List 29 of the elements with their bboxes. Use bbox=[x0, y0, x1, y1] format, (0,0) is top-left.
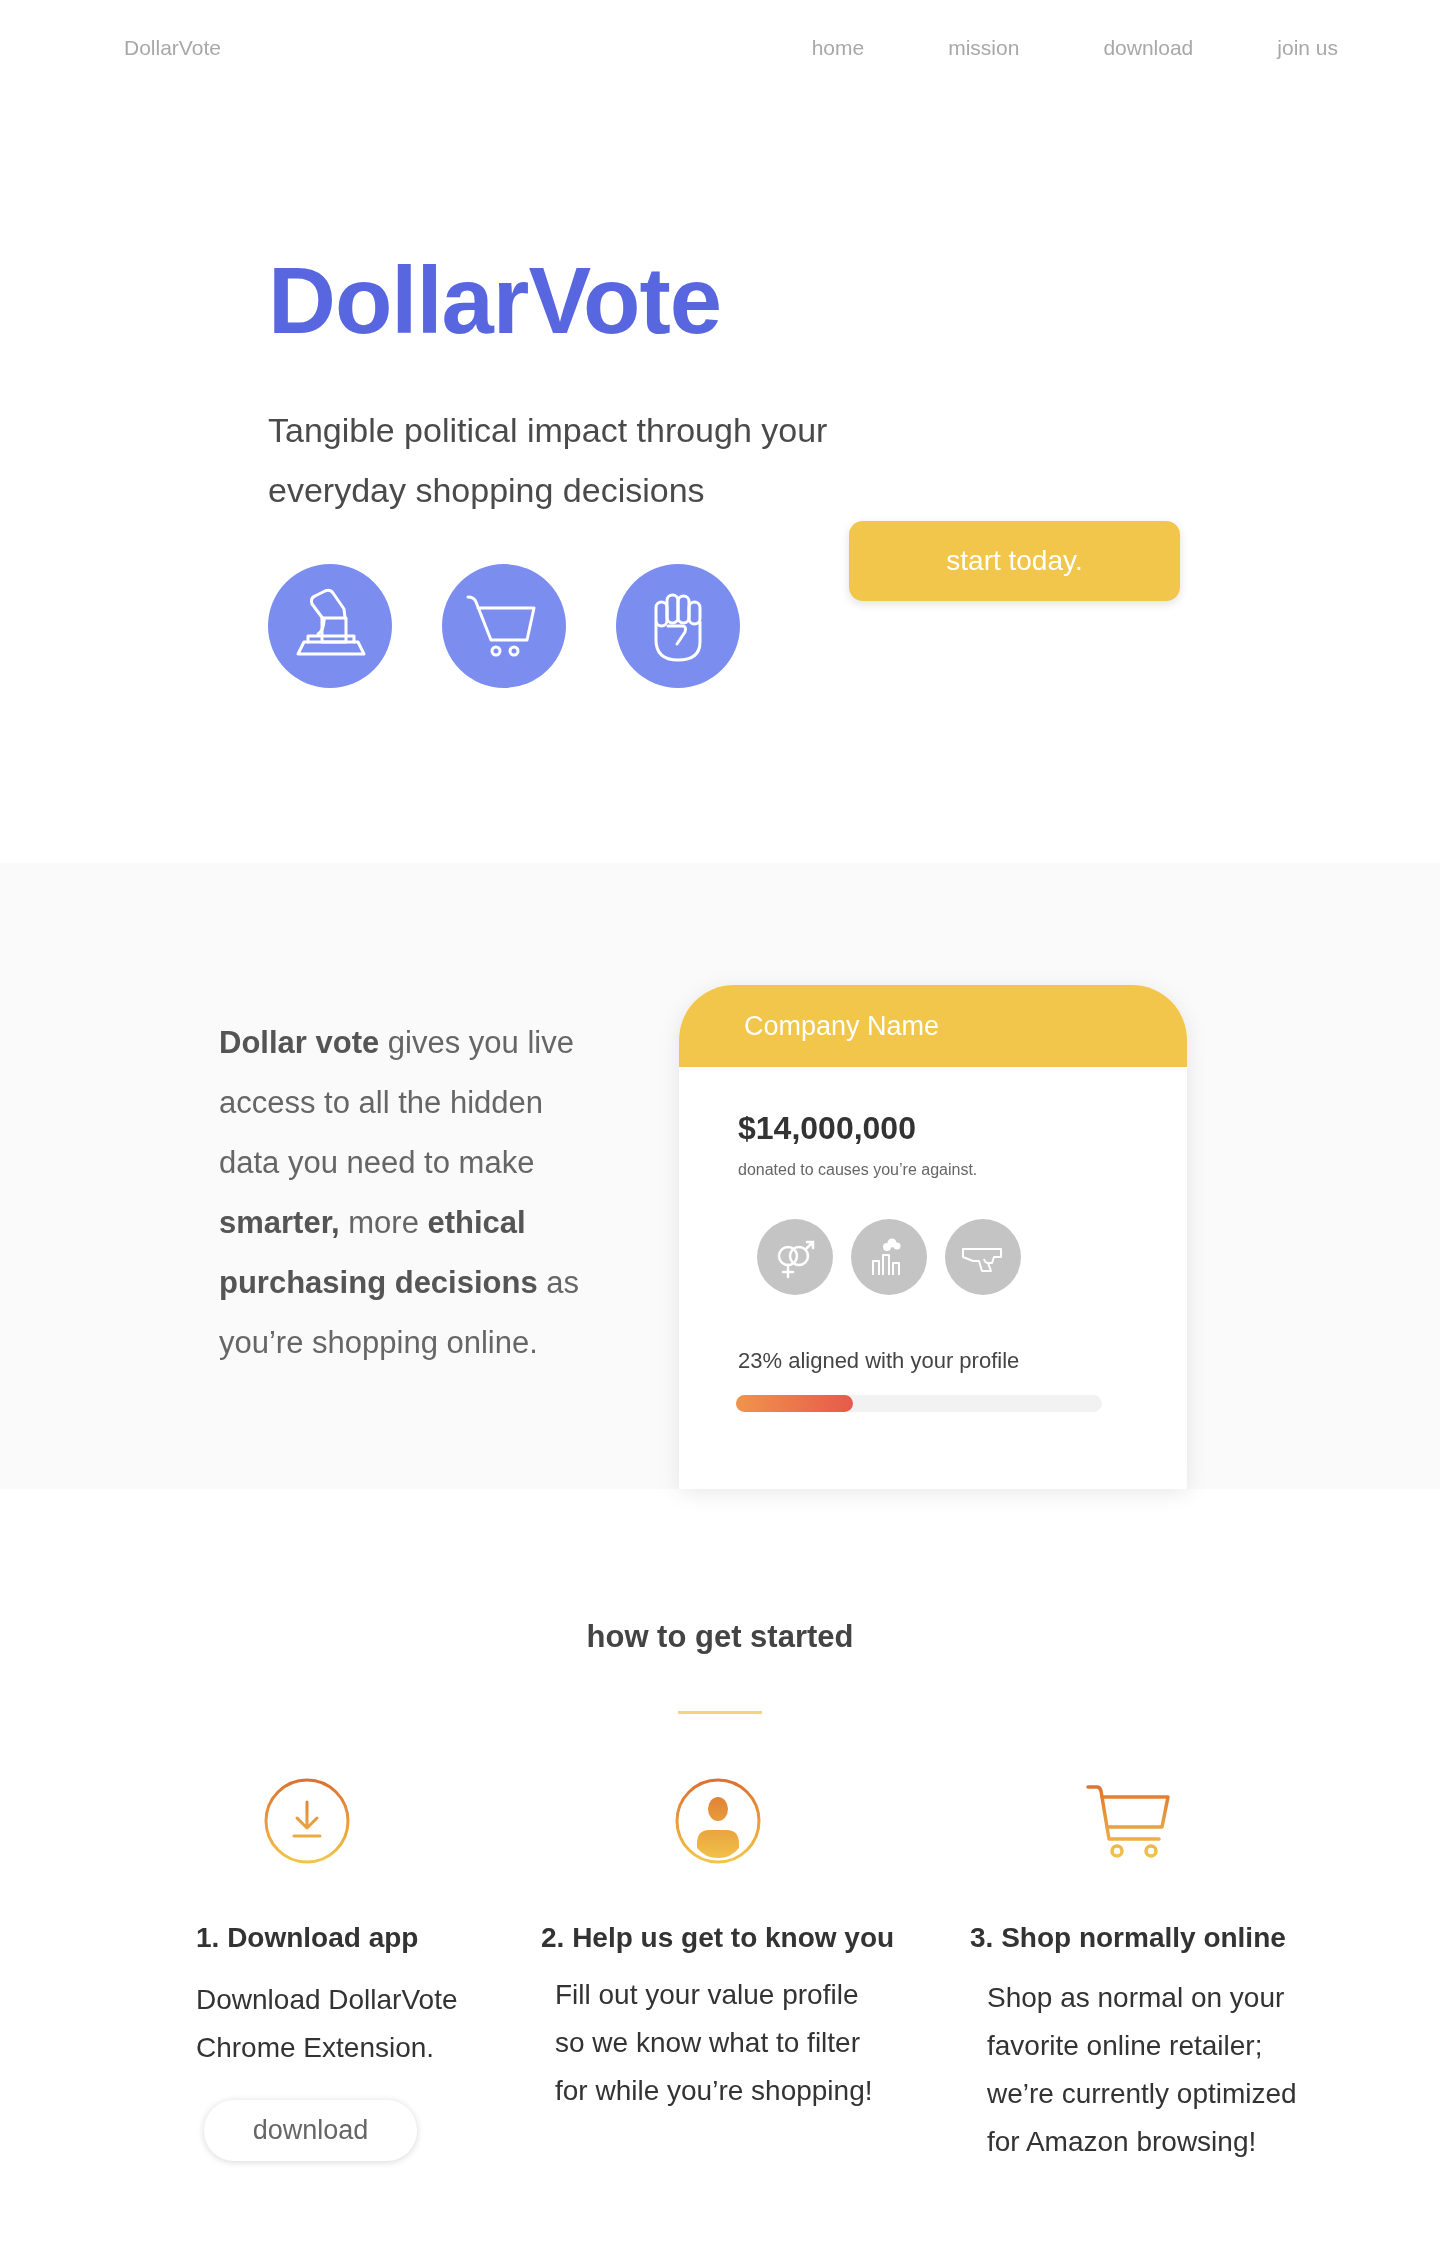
hero-tagline: Tangible political impact through your everyday shopping decisions bbox=[268, 410, 829, 511]
user-icon bbox=[674, 1778, 761, 1864]
step-title: 1. Download app bbox=[196, 1921, 419, 1955]
ballot-hand-icon bbox=[268, 564, 392, 688]
hero-title: DollarVote bbox=[268, 254, 722, 348]
cart-icon bbox=[442, 564, 566, 688]
step-title: 3. Shop normally online bbox=[970, 1921, 1286, 1955]
raised-fist-icon bbox=[616, 564, 740, 688]
intro-paragraph: Dollar vote gives you live access to all the hidden data you need to make smarter, more ethical purchasing decisions as you’re shopping online. bbox=[219, 1024, 581, 1362]
gender-symbols-icon bbox=[757, 1219, 833, 1295]
brand-name[interactable]: DollarVote bbox=[124, 35, 221, 60]
factory-icon bbox=[851, 1219, 927, 1295]
step-description: Shop as normal on your favorite online retailer; we’re currently optimized for Amazon browsing! bbox=[987, 1981, 1298, 2159]
start-today-button[interactable]: start today. bbox=[849, 521, 1180, 601]
step-title: 2. Help us get to know you bbox=[541, 1921, 895, 1955]
section-heading: how to get started bbox=[586, 1618, 854, 1656]
company-name: Company Name bbox=[744, 1010, 940, 1042]
nav-link[interactable]: mission bbox=[948, 35, 1020, 60]
donation-caption: donated to causes you’re against. bbox=[738, 1160, 978, 1180]
pistol-icon bbox=[945, 1219, 1021, 1295]
step-description: Download DollarVote Chrome Extension. bbox=[196, 1983, 459, 2065]
nav-link[interactable]: download bbox=[1103, 35, 1194, 60]
download-button[interactable]: download bbox=[204, 2100, 417, 2161]
alignment-label: 23% aligned with your profile bbox=[738, 1347, 1020, 1375]
download-icon bbox=[264, 1778, 351, 1864]
step-description: Fill out your value profile so we know what to filter for while you’re shopping! bbox=[555, 1978, 874, 2108]
nav-link[interactable]: join us bbox=[1277, 35, 1338, 60]
donation-amount: $14,000,000 bbox=[738, 1109, 916, 1148]
nav-link[interactable]: home bbox=[811, 35, 865, 60]
